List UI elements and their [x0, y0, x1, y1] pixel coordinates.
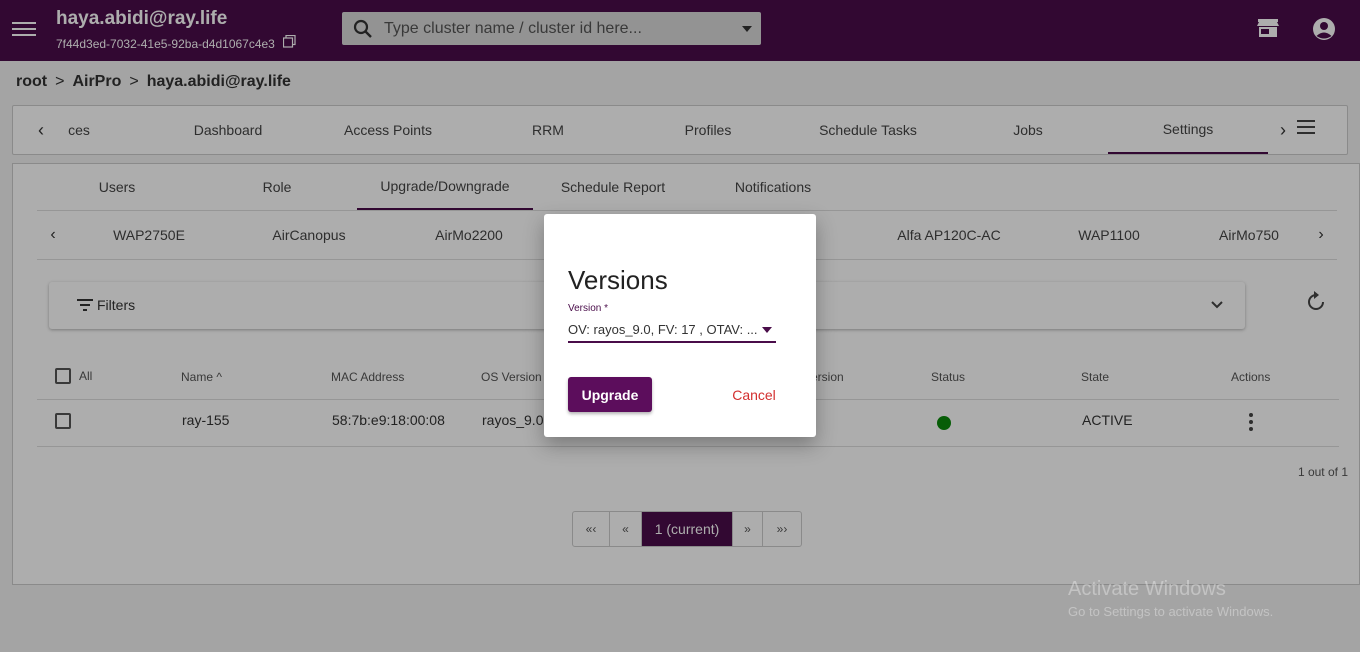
- cancel-button[interactable]: Cancel: [722, 377, 786, 412]
- activation-watermark-subtitle: Go to Settings to activate Windows.: [1068, 604, 1274, 619]
- activation-watermark-title: Activate Windows: [1068, 578, 1226, 600]
- caret-down-icon[interactable]: [762, 327, 772, 333]
- dialog-title: Versions: [568, 265, 668, 295]
- versions-dialog: Versions Version * OV: rayos_9.0, FV: 17…: [544, 214, 816, 437]
- version-select[interactable]: OV: rayos_9.0, FV: 17 , OTAV: ...: [568, 319, 776, 343]
- upgrade-button[interactable]: Upgrade: [568, 377, 652, 412]
- version-field-label: Version *: [568, 303, 609, 314]
- version-select-value: OV: rayos_9.0, FV: 17 , OTAV: ...: [568, 322, 758, 337]
